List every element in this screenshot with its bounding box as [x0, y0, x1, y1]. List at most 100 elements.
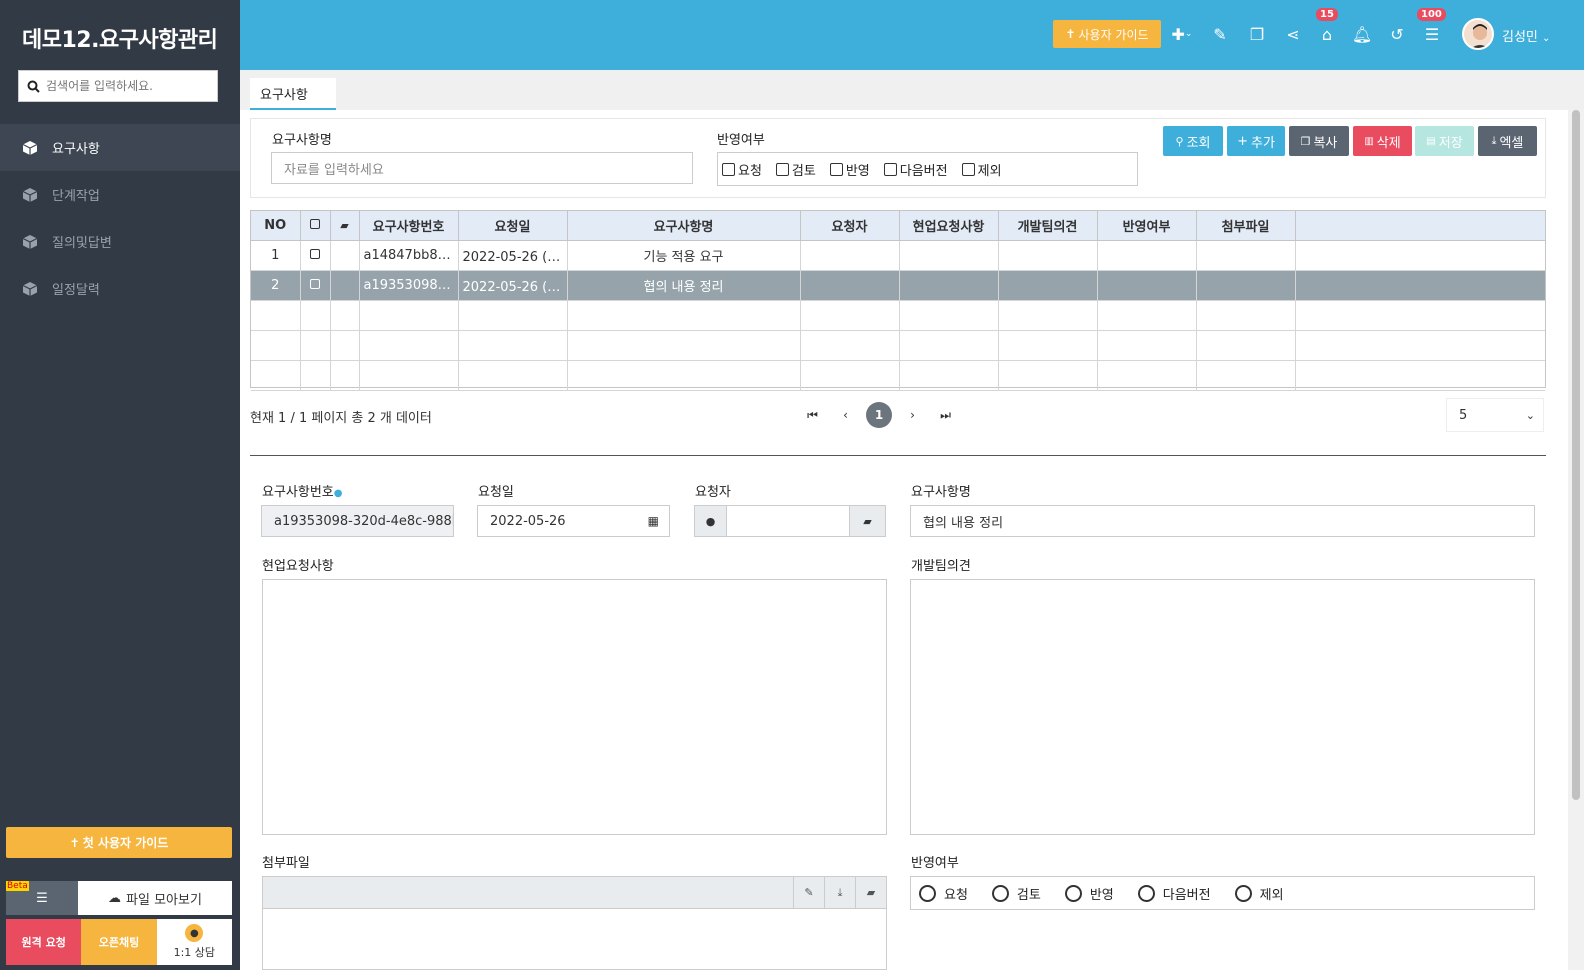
checkbox-review[interactable]: 검토 [775, 160, 816, 179]
col-req-id[interactable]: 요구사항번호 [359, 211, 459, 241]
chevron-down-icon: ⌄ [1525, 408, 1535, 422]
file-list-button[interactable]: Beta ☰ [6, 881, 78, 915]
filter-name-input[interactable]: 자료를 입력하세요 [271, 152, 693, 184]
download-icon[interactable]: ⤓ [824, 877, 855, 908]
beta-badge: Beta [6, 881, 29, 891]
user-guide-button[interactable]: ✝ 사용자 가이드 [1053, 20, 1161, 48]
col-select-all[interactable] [300, 211, 331, 241]
torch-icon: ✝ [1065, 27, 1076, 41]
radio-applied[interactable]: 반영 [1064, 884, 1114, 903]
app-title: 데모12.요구사항관리 [22, 28, 218, 53]
cell-select[interactable] [300, 270, 331, 301]
bell-icon[interactable]: 🔔︎ [1352, 24, 1372, 44]
col-dev-opinion[interactable]: 개발팀의견 [998, 211, 1098, 241]
calendar-icon[interactable]: ▦ [648, 514, 659, 528]
requester-field[interactable]: ● ▰ [694, 505, 886, 537]
cell-select[interactable] [300, 240, 331, 271]
inbox-icon[interactable]: ⌂ [1317, 24, 1337, 44]
eraser-icon[interactable]: ▰ [849, 506, 885, 536]
radio-review[interactable]: 검토 [991, 884, 1041, 903]
page-size-select[interactable]: 5 ⌄ [1446, 398, 1544, 432]
first-page-icon[interactable]: ⏮ [796, 402, 829, 428]
cell-empty [899, 300, 999, 331]
cell-empty [300, 330, 331, 361]
row-checkbox[interactable] [310, 248, 320, 259]
attachment-list[interactable] [262, 909, 887, 970]
select-all-checkbox[interactable] [310, 218, 320, 229]
radio-request[interactable]: 요청 [919, 884, 968, 903]
open-chat-button[interactable]: 오픈채팅 [81, 919, 157, 965]
cube-icon [22, 234, 38, 249]
date-label: 요청일 [478, 485, 514, 500]
history-icon[interactable]: ↺ [1387, 24, 1407, 44]
pager: ⏮ ‹ 1 › ⏭ [796, 402, 962, 428]
sidebar-item-qna[interactable]: 질의및답변 [0, 218, 240, 265]
cell-empty [998, 330, 1098, 361]
col-requester[interactable]: 요청자 [800, 211, 900, 241]
save-icon: ▤ [1426, 135, 1436, 147]
server-list-icon[interactable]: ☰ [1422, 24, 1442, 44]
req-id-field[interactable]: a19353098-320d-4e8c-988b- [261, 505, 454, 537]
paperclip-icon[interactable]: ✎ [793, 877, 824, 908]
dev-opinion-textarea[interactable] [910, 579, 1535, 835]
save-button[interactable]: ▤ 저장 [1415, 126, 1474, 156]
status-label: 반영여부 [911, 856, 959, 871]
delete-button[interactable]: ▥ 삭제 [1353, 126, 1412, 156]
col-no[interactable]: NO [251, 211, 301, 241]
file-collect-button[interactable]: ☁ 파일 모아보기 [78, 881, 232, 915]
table-row[interactable]: 1 a14847bb8-… 2022-05-26 (목) 기능 적용 요구 [251, 240, 1545, 271]
table-row-selected[interactable]: 2 a19353098-… 2022-05-26 (목) 협의 내용 정리 [251, 270, 1545, 301]
last-page-icon[interactable]: ⏭ [929, 402, 962, 428]
eraser-icon[interactable]: ▰ [855, 877, 886, 908]
scrollbar-thumb[interactable] [1572, 110, 1580, 800]
cell-empty [1295, 360, 1545, 391]
col-biz-request[interactable]: 현업요청사항 [899, 211, 999, 241]
checkbox-excluded[interactable]: 제외 [961, 160, 1002, 179]
cell-attach [1196, 270, 1296, 301]
checkbox-request[interactable]: 요청 [722, 160, 762, 179]
cell-empty [359, 300, 459, 331]
sidebar-item-calendar[interactable]: 일정달력 [0, 265, 240, 312]
edit-icon[interactable]: ✎ [1210, 24, 1230, 44]
cube-icon [22, 281, 38, 296]
copy-button[interactable]: ❐ 복사 [1289, 126, 1349, 156]
sidebar-search[interactable] [18, 70, 218, 102]
next-page-icon[interactable]: › [896, 402, 929, 428]
row-checkbox[interactable] [310, 278, 320, 289]
username-label: 김성민 [1502, 30, 1538, 45]
col-attachment[interactable]: 첨부파일 [1196, 211, 1296, 241]
radio-label: 요청 [944, 887, 968, 903]
sidebar-item-stage-work[interactable]: 단계작업 [0, 171, 240, 218]
page-current[interactable]: 1 [866, 402, 892, 428]
remote-request-button[interactable]: 원격 요청 [6, 919, 82, 965]
consult-button[interactable]: ● 1:1 상담 [156, 919, 232, 965]
req-name-field[interactable]: 협의 내용 정리 [910, 505, 1535, 537]
excel-button[interactable]: ⤓ 엑셀 [1478, 126, 1537, 156]
first-user-guide-button[interactable]: ✝ 첫 사용자 가이드 [6, 827, 232, 858]
page-scrollbar[interactable] [1568, 110, 1584, 970]
add-button[interactable]: + 추가 [1227, 126, 1285, 156]
col-date[interactable]: 요청일 [458, 211, 568, 241]
sidebar-search-input[interactable] [46, 79, 206, 93]
cell-empty [330, 330, 360, 361]
tab-requirements[interactable]: 요구사항 [250, 78, 336, 110]
search-button[interactable]: ⚲ 조회 [1163, 126, 1223, 156]
radio-excluded[interactable]: 제외 [1234, 884, 1284, 903]
add-menu-icon[interactable]: ✚ ⌄ [1168, 24, 1196, 44]
cell-comment [330, 240, 360, 271]
checkbox-next-version[interactable]: 다음버전 [883, 160, 948, 179]
biz-request-textarea[interactable] [262, 579, 887, 835]
col-status[interactable]: 반영여부 [1097, 211, 1197, 241]
date-field[interactable]: 2022-05-26 ▦ [477, 505, 670, 537]
copy-icon[interactable]: ❐ [1247, 24, 1267, 44]
checkbox-applied[interactable]: 반영 [829, 160, 870, 179]
col-req-name[interactable]: 요구사항명 [567, 211, 801, 241]
cell-date: 2022-05-26 (목) [458, 240, 568, 271]
username-menu[interactable]: 김성민 ⌄ [1502, 26, 1550, 45]
sidebar-item-requirements[interactable]: 요구사항 [0, 124, 240, 171]
share-icon[interactable]: ⋖ [1283, 24, 1303, 44]
prev-page-icon[interactable]: ‹ [829, 402, 862, 428]
avatar[interactable] [1462, 18, 1494, 50]
radio-next-version[interactable]: 다음버전 [1137, 884, 1211, 903]
cell-empty [567, 330, 801, 361]
